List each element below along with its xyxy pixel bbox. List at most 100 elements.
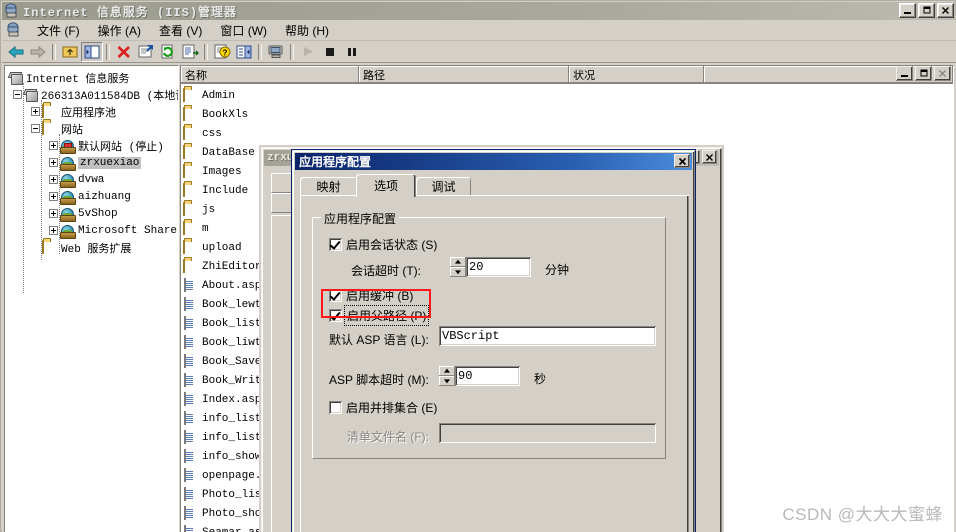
list-item[interactable]: upload	[183, 238, 242, 257]
spinner-up-button[interactable]	[439, 366, 455, 376]
list-item[interactable]: info_list	[183, 428, 261, 447]
list-item[interactable]: Book_lewt.	[183, 295, 268, 314]
sidebar-item-default-website[interactable]: 默认网站 (停止)	[49, 137, 164, 154]
show-pane-icon[interactable]	[233, 42, 255, 62]
menu-help[interactable]: 帮助 (H)	[276, 20, 338, 41]
bgwindow-close-button[interactable]	[702, 150, 717, 164]
enable-session-state-checkbox[interactable]	[329, 238, 342, 251]
tree-node-iis-root[interactable]: Internet 信息服务	[7, 69, 130, 86]
column-header-path[interactable]: 路径	[359, 66, 569, 83]
list-item[interactable]: css	[183, 124, 222, 143]
tree-expander-plus-icon[interactable]	[49, 226, 58, 235]
enable-parent-paths-checkbox[interactable]	[329, 309, 342, 322]
list-item[interactable]: DataBase	[183, 143, 255, 162]
list-item[interactable]: m	[183, 219, 209, 238]
list-item[interactable]: Photo_sho	[183, 504, 261, 523]
show-hide-tree-icon[interactable]	[81, 41, 103, 62]
list-item[interactable]: ZhiEditor	[183, 257, 261, 276]
list-item[interactable]: Book_list.	[183, 314, 268, 333]
session-timeout-spinner[interactable]	[450, 257, 466, 277]
menu-action[interactable]: 操作 (A)	[89, 20, 150, 41]
tree-node-label: Internet 信息服务	[26, 73, 130, 86]
tree-expander-plus-icon[interactable]	[49, 192, 58, 201]
asp-script-timeout-spinner[interactable]	[439, 366, 455, 386]
delete-icon[interactable]	[113, 42, 135, 62]
tab-options[interactable]: 选项	[356, 174, 416, 197]
tab-debug[interactable]: 调试	[416, 177, 471, 196]
sidebar-item-websites[interactable]: 网站	[31, 120, 83, 137]
list-item[interactable]: Admin	[183, 86, 235, 105]
back-icon[interactable]	[5, 42, 27, 62]
close-button[interactable]	[937, 3, 954, 18]
sidebar-item-microsoft-share[interactable]: Microsoft Share	[49, 222, 177, 239]
menu-view[interactable]: 查看 (V)	[150, 20, 211, 41]
list-item[interactable]: Photo_lis	[183, 485, 261, 504]
application-configuration-dialog[interactable]: 应用程序配置 映射 选项 调试 应用程序配置 启用会话状态 (S) 会话超时 (…	[291, 149, 696, 532]
list-item[interactable]: Include	[183, 181, 248, 200]
enable-buffering-checkbox[interactable]	[329, 289, 342, 302]
child-close-button[interactable]	[934, 66, 951, 81]
tree-expander-minus-icon[interactable]	[13, 90, 22, 99]
tab-mappings[interactable]: 映射	[300, 177, 357, 196]
default-asp-language-input[interactable]: VBScript	[439, 326, 656, 346]
tree-expander-plus-icon[interactable]	[49, 175, 58, 184]
sidebar-item-zrxuexiao[interactable]: zrxuexiao	[49, 154, 142, 171]
sidebar-item-dvwa[interactable]: dvwa	[49, 171, 104, 188]
pause-icon[interactable]	[341, 42, 363, 62]
properties-icon[interactable]	[135, 42, 157, 62]
list-item[interactable]: About.asp	[183, 276, 261, 295]
stop-icon[interactable]	[319, 42, 341, 62]
menu-window[interactable]: 窗口 (W)	[211, 20, 276, 41]
minimize-button[interactable]	[899, 3, 916, 18]
list-item[interactable]: Book_liwt.	[183, 333, 268, 352]
asp-script-timeout-input[interactable]: 90	[455, 366, 520, 386]
tree-node-computer[interactable]: 266313A011584DB (本地计	[13, 86, 178, 103]
export-list-icon[interactable]	[179, 42, 201, 62]
iis-root-icon	[7, 72, 23, 85]
tree-expander-plus-icon[interactable]	[49, 209, 58, 218]
refresh-icon[interactable]	[157, 42, 179, 62]
connect-computer-icon[interactable]	[265, 42, 287, 62]
spinner-down-button[interactable]	[450, 267, 466, 277]
dialog-close-button[interactable]	[674, 154, 690, 168]
console-tree-pane[interactable]: Internet 信息服务 266313A011584DB (本地计 应用程序池…	[4, 65, 179, 532]
session-timeout-input[interactable]: 20	[466, 257, 531, 277]
menu-file[interactable]: 文件 (F)	[28, 20, 89, 41]
child-maximize-button[interactable]	[915, 66, 932, 81]
list-item[interactable]: openpage.	[183, 466, 261, 485]
enable-side-by-side-checkbox[interactable]	[329, 401, 342, 414]
list-item[interactable]: Book_Writ	[183, 371, 261, 390]
tree-node-label: 默认网站 (停止)	[78, 141, 164, 154]
list-item[interactable]: info_show.	[183, 447, 268, 466]
list-item[interactable]: info_list.	[183, 409, 268, 428]
enable-session-state-row[interactable]: 启用会话状态 (S)	[329, 236, 437, 253]
forward-icon[interactable]	[27, 42, 49, 62]
list-item[interactable]: js	[183, 200, 215, 219]
tree-expander-minus-icon[interactable]	[31, 124, 40, 133]
sidebar-item-5vshop[interactable]: 5vShop	[49, 205, 118, 222]
tree-expander-plus-icon[interactable]	[31, 107, 40, 116]
tree-expander-plus-icon[interactable]	[49, 141, 58, 150]
list-item[interactable]: Index.asp	[183, 390, 261, 409]
spinner-down-button[interactable]	[439, 376, 455, 386]
column-header-name[interactable]: 名称	[181, 66, 359, 83]
tree-expander-plus-icon[interactable]	[49, 158, 58, 167]
spinner-up-button[interactable]	[450, 257, 466, 267]
list-item[interactable]: Images	[183, 162, 242, 181]
sidebar-item-web-service-extensions[interactable]: Web 服务扩展	[31, 239, 131, 256]
sidebar-item-aizhuang[interactable]: aizhuang	[49, 188, 131, 205]
enable-buffering-row[interactable]: 启用缓冲 (B)	[329, 287, 413, 304]
enable-side-by-side-row[interactable]: 启用并排集合 (E)	[329, 399, 437, 416]
maximize-button[interactable]	[918, 3, 935, 18]
child-minimize-button[interactable]	[896, 66, 913, 81]
list-item[interactable]: Seamar.as	[183, 523, 261, 532]
list-item[interactable]: Book_Save.	[183, 352, 268, 371]
sidebar-item-app-pools[interactable]: 应用程序池	[31, 103, 116, 120]
enable-parent-paths-row[interactable]: 启用父路径 (P)	[329, 305, 430, 326]
up-folder-icon[interactable]	[59, 42, 81, 62]
help-icon[interactable]: ?	[211, 42, 233, 62]
list-item[interactable]: BookXls	[183, 105, 248, 124]
manifest-file-name-input[interactable]	[439, 423, 656, 443]
column-header-status[interactable]: 状况	[569, 66, 704, 83]
start-icon[interactable]	[297, 42, 319, 62]
